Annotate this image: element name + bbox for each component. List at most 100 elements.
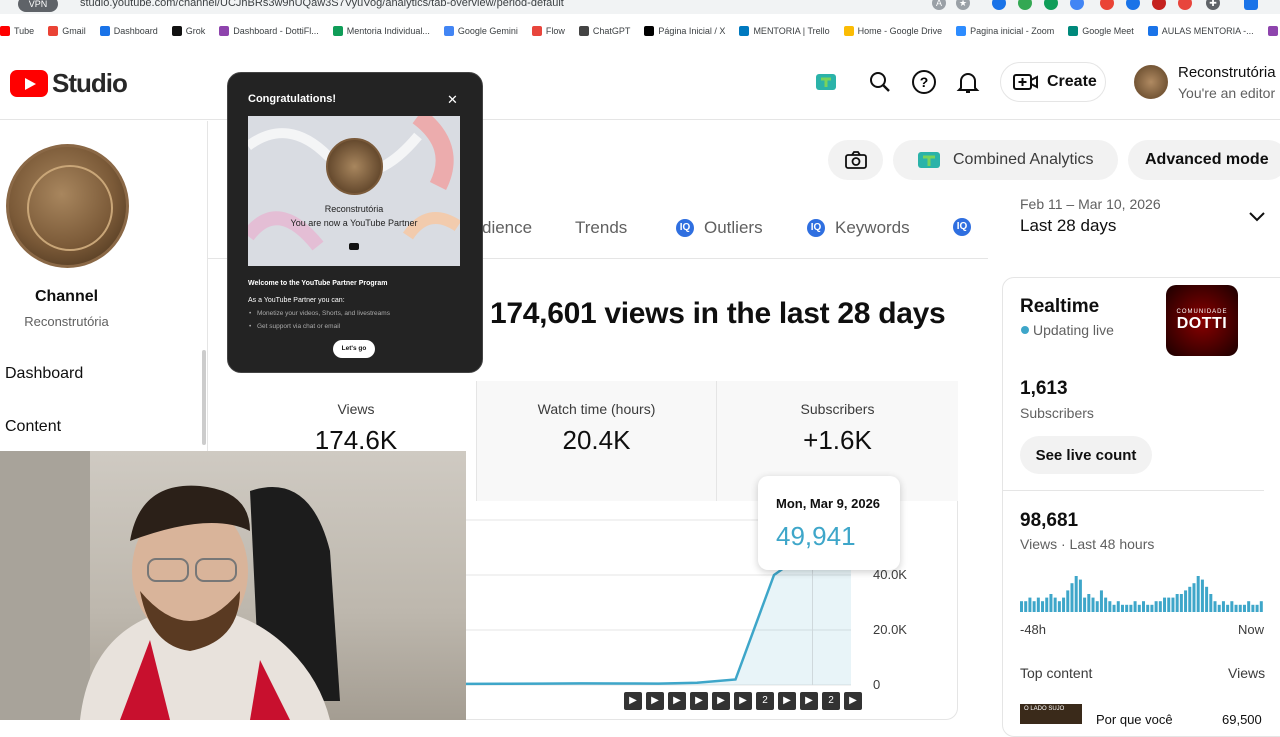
tab-more[interactable]: IQ bbox=[953, 218, 983, 236]
bookmark-item[interactable]: Mentoria Individual... bbox=[332, 26, 430, 36]
play-icon[interactable]: ▶ bbox=[712, 692, 730, 710]
chevron-down-icon[interactable] bbox=[1247, 210, 1267, 229]
bookmark-item[interactable]: Dashboard bbox=[99, 26, 158, 36]
channel-avatar[interactable] bbox=[6, 144, 129, 268]
realtime-title: Realtime bbox=[1020, 296, 1100, 317]
realtime-bar bbox=[1251, 604, 1255, 612]
close-icon[interactable]: ✕ bbox=[447, 92, 458, 108]
realtime-bar bbox=[1108, 601, 1112, 612]
sidebar-scrollbar[interactable] bbox=[202, 350, 206, 445]
realtime-bar bbox=[1133, 601, 1137, 612]
realtime-bar bbox=[1091, 597, 1095, 612]
youtube-studio-logo[interactable]: Studio bbox=[10, 68, 128, 99]
bookmark-item[interactable]: Dezen bbox=[1267, 26, 1280, 36]
play-icon[interactable]: ▶ bbox=[800, 692, 818, 710]
bookmark-favicon-icon bbox=[171, 26, 182, 36]
realtime-bar bbox=[1247, 601, 1251, 612]
bookmark-item[interactable]: Gmail bbox=[48, 26, 86, 36]
realtime-range-end: Now bbox=[1238, 622, 1265, 637]
realtime-views-value: 98,681 bbox=[1020, 510, 1079, 531]
play-icon[interactable]: ▶ bbox=[624, 692, 642, 710]
speed-button[interactable]: 2 bbox=[822, 692, 840, 710]
tab-trends[interactable]: Trends bbox=[575, 218, 627, 238]
play-icon[interactable]: ▶ bbox=[734, 692, 752, 710]
bookmark-favicon-icon bbox=[332, 26, 343, 36]
bookmark-item[interactable]: Home - Google Drive bbox=[843, 26, 942, 36]
channel-logo: COMUNIDADE DOTTI bbox=[1166, 285, 1238, 356]
bookmarks-bar: Tube Gmail Dashboard Grok Dashboard - DottiF… bbox=[0, 20, 1280, 42]
create-button[interactable]: Create bbox=[1000, 62, 1106, 102]
realtime-bar bbox=[1024, 601, 1028, 612]
bookmark-item[interactable]: Flow bbox=[531, 26, 565, 36]
realtime-bar-chart[interactable] bbox=[1020, 572, 1264, 614]
bookmark-item[interactable]: Google Gemini bbox=[443, 26, 518, 36]
date-period-selector[interactable]: Last 28 days bbox=[1020, 216, 1116, 236]
realtime-bar bbox=[1078, 579, 1082, 612]
dialog-benefits-heading: As a YouTube Partner you can: bbox=[248, 297, 345, 304]
advanced-mode-button[interactable]: Advanced mode bbox=[1128, 140, 1280, 180]
metric-watch-time[interactable]: Watch time (hours) 20.4K bbox=[476, 381, 716, 501]
realtime-bar bbox=[1238, 604, 1242, 612]
url-text[interactable]: studio.youtube.com/channel/UCJhBRs3w9hUQ… bbox=[80, 0, 564, 9]
tubebuddy-tab-icon: IQ bbox=[807, 219, 825, 237]
realtime-subscribers-value: 1,613 bbox=[1020, 378, 1068, 399]
bookmark-item[interactable]: Pagina inicial - Zoom bbox=[956, 26, 1054, 36]
realtime-bar bbox=[1104, 597, 1108, 612]
play-icon[interactable]: ▶ bbox=[778, 692, 796, 710]
realtime-bar bbox=[1053, 597, 1057, 612]
screenshot-button[interactable] bbox=[828, 140, 883, 180]
tab-outliers[interactable]: IQ Outliers bbox=[676, 218, 763, 238]
tubebuddy-tab-icon: IQ bbox=[676, 219, 694, 237]
see-live-count-button[interactable]: See live count bbox=[1020, 436, 1152, 474]
top-content-views-header: Views bbox=[1228, 665, 1266, 681]
bookmark-favicon-icon bbox=[48, 26, 59, 36]
tubebuddy-icon[interactable] bbox=[808, 64, 844, 100]
help-icon[interactable]: ? bbox=[906, 64, 942, 100]
realtime-bar bbox=[1242, 604, 1246, 612]
bookmark-item[interactable]: Grok bbox=[171, 26, 205, 36]
sidebar-item-content[interactable]: Content bbox=[5, 418, 61, 436]
realtime-live-label: Updating live bbox=[1033, 322, 1114, 338]
notifications-bell-icon[interactable] bbox=[950, 64, 986, 100]
account-avatar[interactable] bbox=[1134, 65, 1168, 99]
tooltip-date: Mon, Mar 9, 2026 bbox=[776, 496, 881, 511]
realtime-bar bbox=[1041, 601, 1045, 612]
play-icon[interactable]: ▶ bbox=[844, 692, 862, 710]
bookmark-favicon-icon bbox=[1267, 26, 1278, 36]
bookmark-item[interactable]: ChatGPT bbox=[578, 26, 630, 36]
top-video-thumbnail[interactable]: O LADO SUJO bbox=[1020, 704, 1082, 724]
vpn-badge[interactable]: VPN bbox=[18, 0, 58, 12]
sidebar-item-dashboard[interactable]: Dashboard bbox=[5, 365, 83, 383]
bookmark-item[interactable]: Google Meet bbox=[1068, 26, 1134, 36]
speed-button[interactable]: 2 bbox=[756, 692, 774, 710]
youtube-play-icon bbox=[10, 70, 48, 97]
search-icon[interactable] bbox=[862, 64, 898, 100]
bookmark-item[interactable]: MENTORIA | Trello bbox=[739, 26, 830, 36]
realtime-bar bbox=[1179, 594, 1183, 612]
combined-analytics-button[interactable]: Combined Analytics bbox=[893, 140, 1118, 180]
realtime-bar bbox=[1116, 601, 1120, 612]
metric-label: Watch time (hours) bbox=[537, 401, 656, 417]
profile-icon[interactable] bbox=[1244, 0, 1258, 10]
lets-go-button[interactable]: Let's go bbox=[333, 340, 375, 358]
bookmark-item[interactable]: Tube bbox=[0, 26, 34, 36]
tooltip-value: 49,941 bbox=[776, 521, 856, 551]
realtime-bar bbox=[1099, 590, 1103, 612]
realtime-bar bbox=[1163, 597, 1167, 612]
play-icon[interactable]: ▶ bbox=[646, 692, 664, 710]
bookmark-item[interactable]: Página Inicial / X bbox=[644, 26, 725, 36]
realtime-bar bbox=[1083, 597, 1087, 612]
realtime-bar bbox=[1062, 597, 1066, 612]
realtime-bar bbox=[1070, 583, 1074, 612]
bookmark-item[interactable]: AULAS MENTORIA -... bbox=[1147, 26, 1254, 36]
realtime-bar bbox=[1095, 601, 1099, 612]
realtime-bar bbox=[1200, 579, 1204, 612]
play-icon[interactable]: ▶ bbox=[668, 692, 686, 710]
bookmark-favicon-icon bbox=[956, 26, 967, 36]
bookmark-item[interactable]: Dashboard - DottiFl... bbox=[219, 26, 319, 36]
play-icon[interactable]: ▶ bbox=[690, 692, 708, 710]
tab-audience[interactable]: dience bbox=[482, 218, 532, 238]
dialog-welcome: Welcome to the YouTube Partner Program bbox=[248, 280, 388, 287]
camera-icon bbox=[844, 151, 867, 169]
tab-keywords[interactable]: IQ Keywords bbox=[807, 218, 910, 238]
